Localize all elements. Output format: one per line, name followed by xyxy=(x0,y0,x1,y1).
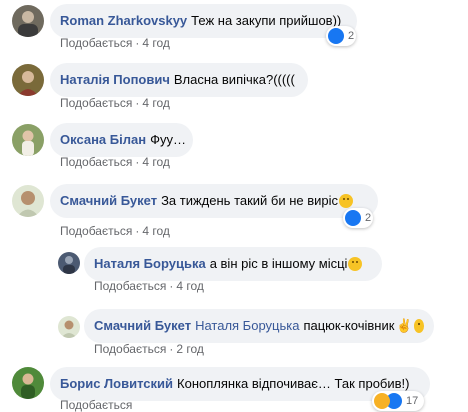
reply-author[interactable]: Наталя Боруцька xyxy=(94,256,206,272)
reply-author[interactable]: Смачний Букет xyxy=(94,318,191,334)
comment-actions: Подобається · 4 год xyxy=(60,155,170,169)
comment-actions: Подобається · 4 год xyxy=(60,36,170,50)
like-button[interactable]: Подобається xyxy=(60,398,132,412)
avatar[interactable] xyxy=(12,185,44,217)
smile-emoji xyxy=(339,194,354,208)
reaction-count: 2 xyxy=(365,212,372,224)
avatar[interactable] xyxy=(12,367,44,399)
like-button[interactable]: Подобається xyxy=(60,96,132,110)
comment-text: Теж на закупи прийшов)) xyxy=(191,13,342,28)
reply-bubble: Наталя Боруцька а він ріс в іншому місці xyxy=(84,247,382,281)
separator-dot: · xyxy=(135,224,140,238)
comment-actions: Подобається · 4 год xyxy=(60,224,170,238)
reply-time[interactable]: 4 год xyxy=(176,279,204,293)
reply-time[interactable]: 2 год xyxy=(176,342,204,356)
separator-dot: · xyxy=(135,96,140,110)
reply-actions: Подобається · 2 год xyxy=(94,342,204,356)
smile-emoji xyxy=(348,257,363,271)
like-button[interactable]: Подобається xyxy=(94,279,166,293)
like-button[interactable]: Подобається xyxy=(94,342,166,356)
separator-dot: · xyxy=(135,155,140,169)
comment-author[interactable]: Наталія Попович xyxy=(60,72,170,88)
comment-text: За тиждень такий би не виріс xyxy=(161,193,339,208)
comment-time[interactable]: 4 год xyxy=(142,36,170,50)
reply-bubble: Смачний Букет Наталя Боруцька пацюк-кочі… xyxy=(84,309,434,343)
avatar[interactable] xyxy=(12,124,44,156)
smile-emoji xyxy=(413,319,424,333)
comment-actions: Подобається · 4 год xyxy=(60,96,170,110)
reaction-summary[interactable]: 2 xyxy=(326,26,356,46)
separator-dot: · xyxy=(135,36,140,50)
mention-link[interactable]: Наталя Боруцька xyxy=(195,318,299,334)
reaction-summary[interactable]: 17 xyxy=(372,391,424,411)
reaction-summary[interactable]: 2 xyxy=(343,208,373,228)
comment-time[interactable]: 4 год xyxy=(142,155,170,169)
comment-bubble: Оксана Білан Фуу… xyxy=(50,123,193,157)
avatar[interactable] xyxy=(58,252,80,274)
comment-text: Коноплянка відпочиває… Так пробив!) xyxy=(177,376,410,391)
like-button[interactable]: Подобається xyxy=(60,224,132,238)
like-icon xyxy=(328,28,344,44)
victory-hand-emoji: ✌ xyxy=(396,318,413,333)
comment-text: Власна випічка?((((( xyxy=(173,72,295,87)
comment-bubble: Roman Zharkovskyy Теж на закупи прийшов)… xyxy=(50,4,357,38)
comment-text: Фуу… xyxy=(150,132,186,147)
avatar[interactable] xyxy=(12,64,44,96)
separator-dot: · xyxy=(169,342,174,356)
reply-text: пацюк-кочівник xyxy=(303,318,395,333)
reply-text: а він ріс в іншому місці xyxy=(209,256,348,271)
comment-author[interactable]: Смачний Букет xyxy=(60,193,157,209)
avatar[interactable] xyxy=(12,5,44,37)
comment-bubble: Смачний Букет За тиждень такий би не вир… xyxy=(50,184,378,218)
comment-time[interactable]: 4 год xyxy=(142,224,170,238)
reaction-count: 17 xyxy=(406,395,419,407)
like-icon xyxy=(345,210,361,226)
comment-author[interactable]: Оксана Білан xyxy=(60,132,146,148)
comment-actions: Подобається xyxy=(60,398,132,412)
separator-dot: · xyxy=(169,279,174,293)
reply-actions: Подобається · 4 год xyxy=(94,279,204,293)
comment-author[interactable]: Roman Zharkovskyy xyxy=(60,13,187,29)
comment-bubble: Наталія Попович Власна випічка?((((( xyxy=(50,63,308,97)
like-button[interactable]: Подобається xyxy=(60,155,132,169)
comment-time[interactable]: 4 год xyxy=(142,96,170,110)
like-button[interactable]: Подобається xyxy=(60,36,132,50)
avatar[interactable] xyxy=(58,316,80,338)
reaction-count: 2 xyxy=(348,30,355,42)
comment-author[interactable]: Борис Ловитский xyxy=(60,376,173,392)
